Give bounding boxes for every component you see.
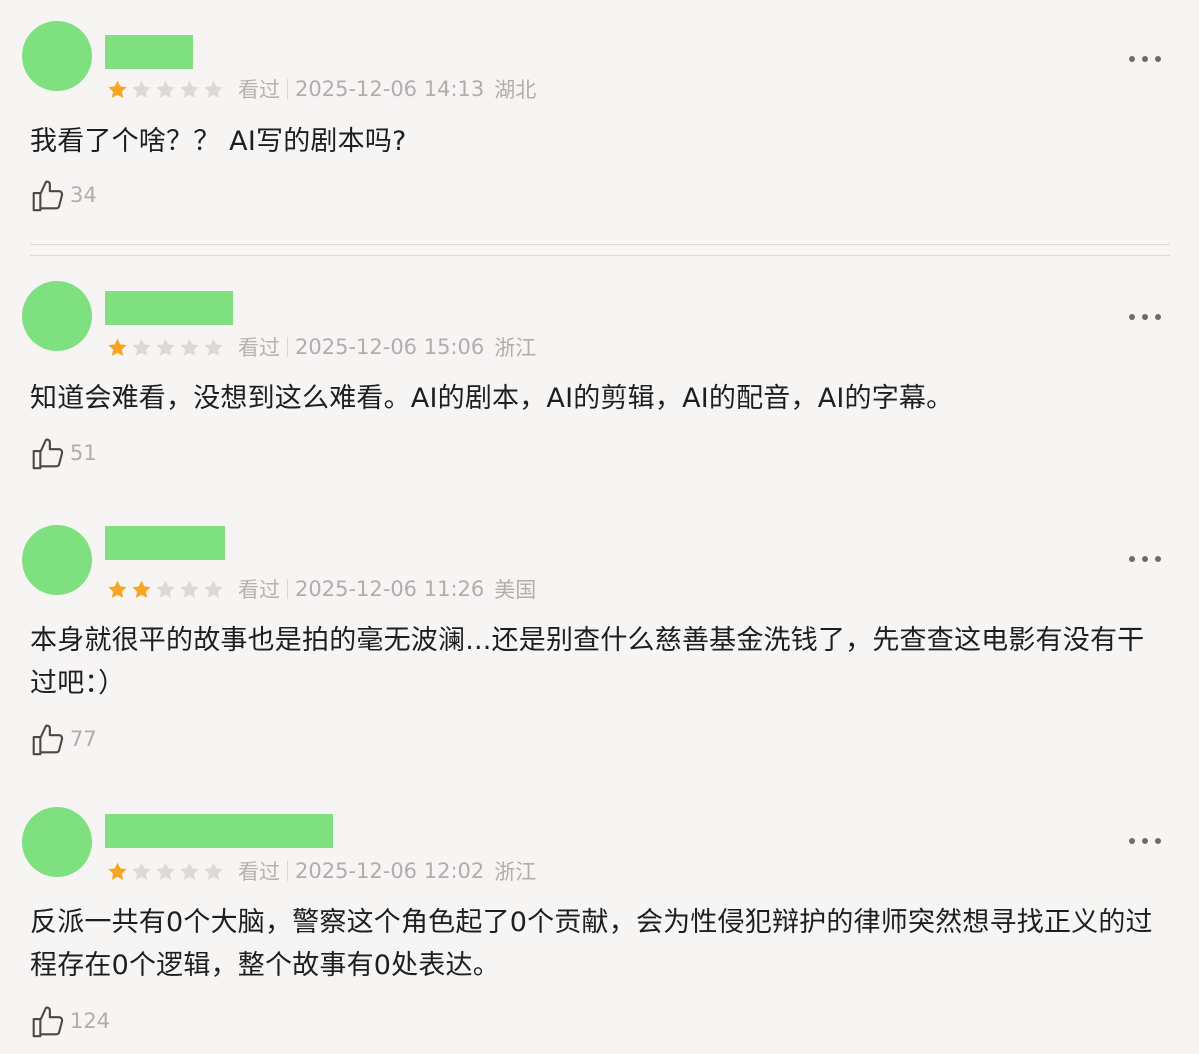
star-filled-icon (106, 336, 129, 358)
star-empty-icon (154, 336, 177, 358)
star-filled-icon (130, 578, 153, 600)
star-filled-icon (106, 860, 129, 882)
star-empty-icon (154, 78, 177, 100)
like-count: 124 (70, 1009, 111, 1033)
like-button[interactable]: 34 (28, 175, 97, 215)
more-dots-icon[interactable] (1129, 310, 1161, 324)
star-empty-icon (154, 578, 177, 600)
star-rating (106, 78, 226, 100)
avatar[interactable] (22, 807, 92, 877)
thumbs-up-icon (28, 1002, 66, 1040)
star-empty-icon (202, 578, 225, 600)
avatar[interactable] (22, 525, 92, 595)
username-redacted[interactable] (105, 526, 225, 560)
avatar[interactable] (22, 281, 92, 351)
more-dots-icon[interactable] (1129, 834, 1161, 848)
watched-label: 看过 (238, 860, 280, 884)
like-count: 51 (70, 441, 97, 465)
star-empty-icon (178, 578, 201, 600)
meta-divider (287, 337, 288, 357)
thumbs-up-icon (28, 176, 66, 214)
watched-label: 看过 (238, 78, 280, 102)
like-button[interactable]: 77 (28, 719, 97, 759)
star-rating (106, 860, 226, 882)
review-datetime: 2025-12-06 14:13 (295, 77, 485, 101)
review-meta: 看过 2025-12-06 12:02 浙江 (106, 858, 536, 884)
review-meta: 看过 2025-12-06 15:06 浙江 (106, 334, 536, 360)
star-empty-icon (202, 78, 225, 100)
review-location: 浙江 (494, 336, 537, 360)
divider (30, 244, 1170, 245)
meta-divider (287, 579, 288, 599)
review-datetime: 2025-12-06 11:26 (295, 577, 485, 601)
watched-label: 看过 (238, 578, 280, 602)
thumbs-up-icon (28, 720, 66, 758)
avatar[interactable] (22, 21, 92, 91)
star-empty-icon (178, 336, 201, 358)
more-dots-icon[interactable] (1129, 552, 1161, 566)
review-content: 知道会难看，没想到这么难看。AI的剧本，AI的剪辑，AI的配音，AI的字幕。 (30, 383, 954, 414)
review-feed: 看过 2025-12-06 14:13 湖北 我看了个啥？？ AI写的剧本吗? … (0, 0, 1199, 1054)
review-meta: 看过 2025-12-06 11:26 美国 (106, 576, 536, 602)
star-empty-icon (178, 78, 201, 100)
meta-divider (287, 79, 288, 99)
star-rating (106, 336, 226, 358)
username-redacted[interactable] (105, 291, 233, 325)
star-empty-icon (178, 860, 201, 882)
review-content: 本身就很平的故事也是拍的毫无波澜...还是别查什么慈善基金洗钱了，先查查这电影有… (30, 625, 1145, 699)
star-empty-icon (202, 336, 225, 358)
like-count: 77 (70, 727, 97, 751)
review-location: 浙江 (494, 860, 537, 884)
thumbs-up-icon (28, 434, 66, 472)
like-button[interactable]: 124 (28, 1001, 110, 1041)
username-redacted[interactable] (105, 35, 193, 69)
review-meta: 看过 2025-12-06 14:13 湖北 (106, 76, 536, 102)
review-content: 我看了个啥？？ AI写的剧本吗? (30, 126, 407, 157)
star-rating (106, 578, 226, 600)
star-filled-icon (106, 578, 129, 600)
star-empty-icon (130, 336, 153, 358)
more-dots-icon[interactable] (1129, 52, 1161, 66)
star-empty-icon (130, 860, 153, 882)
username-redacted[interactable] (105, 814, 333, 848)
star-empty-icon (202, 860, 225, 882)
review-datetime: 2025-12-06 15:06 (295, 335, 485, 359)
like-count: 34 (70, 183, 97, 207)
watched-label: 看过 (238, 336, 280, 360)
star-empty-icon (154, 860, 177, 882)
review-datetime: 2025-12-06 12:02 (295, 859, 485, 883)
like-button[interactable]: 51 (28, 433, 97, 473)
review-content: 反派一共有0个大脑，警察这个角色起了0个贡献，会为性侵犯辩护的律师突然想寻找正义… (30, 907, 1153, 981)
star-filled-icon (106, 78, 129, 100)
review-location: 美国 (494, 578, 537, 602)
meta-divider (287, 861, 288, 881)
star-empty-icon (130, 78, 153, 100)
divider (30, 255, 1170, 256)
review-location: 湖北 (494, 78, 537, 102)
